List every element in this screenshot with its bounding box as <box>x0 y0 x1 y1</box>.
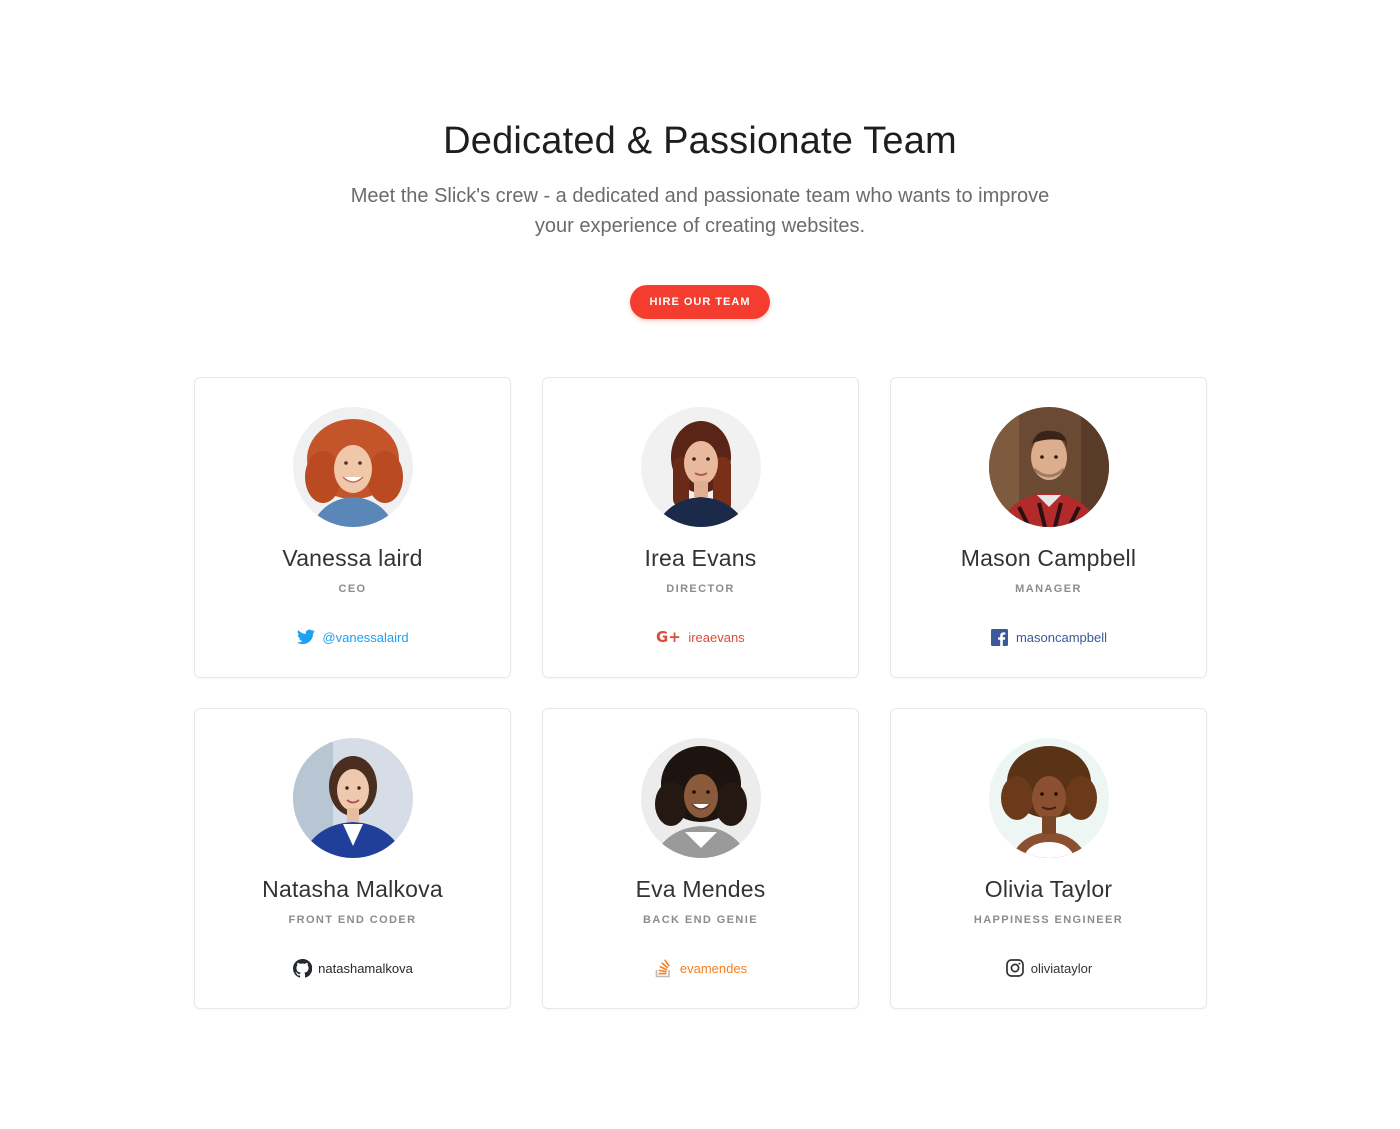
team-card: Vanessa laird CEO @vanessalaird <box>194 377 511 678</box>
github-icon <box>292 958 312 978</box>
team-card: Natasha Malkova FRONT END CODER natasham… <box>194 708 511 1009</box>
member-name: Olivia Taylor <box>984 876 1113 902</box>
member-role: BACK END GENIE <box>643 914 758 926</box>
google-plus-link[interactable]: G+ ireaevans <box>543 627 858 647</box>
section-title: Dedicated & Passionate Team <box>443 120 957 162</box>
team-card: Eva Mendes BACK END GENIE evamendes <box>542 708 859 1009</box>
social-handle: evamendes <box>679 960 748 976</box>
avatar <box>641 407 761 527</box>
section-subtitle: Meet the Slick's crew - a dedicated and … <box>350 185 1050 237</box>
member-name: Eva Mendes <box>635 876 766 902</box>
github-link[interactable]: natashamalkova <box>195 958 510 978</box>
member-name: Vanessa laird <box>282 545 423 571</box>
instagram-icon <box>1005 958 1025 978</box>
facebook-link[interactable]: masoncampbell <box>891 627 1206 647</box>
social-handle: oliviataylor <box>1030 960 1093 976</box>
team-section: Dedicated & Passionate Team Meet the Sli… <box>0 0 1400 1129</box>
member-name: Mason Campbell <box>960 545 1137 571</box>
social-handle: natashamalkova <box>318 960 413 976</box>
avatar <box>641 738 761 858</box>
svg-text:G+: G+ <box>656 629 681 645</box>
avatar <box>293 407 413 527</box>
stackoverflow-link[interactable]: evamendes <box>543 958 858 978</box>
social-handle: masoncampbell <box>1015 629 1108 645</box>
member-name: Irea Evans <box>644 545 757 571</box>
member-role: MANAGER <box>1015 583 1082 595</box>
member-name: Natasha Malkova <box>262 876 443 902</box>
social-handle: @vanessalaird <box>322 629 409 645</box>
member-role: HAPPINESS ENGINEER <box>973 914 1124 926</box>
stackoverflow-icon <box>654 958 674 978</box>
twitter-link[interactable]: @vanessalaird <box>195 627 510 647</box>
avatar <box>989 407 1109 527</box>
member-role: FRONT END CODER <box>288 914 417 926</box>
member-role: CEO <box>338 583 367 595</box>
instagram-link[interactable]: oliviataylor <box>891 958 1206 978</box>
avatar <box>293 738 413 858</box>
facebook-icon <box>990 627 1010 647</box>
team-card: Irea Evans DIRECTOR G+ ireaevans <box>542 377 859 678</box>
team-card: Mason Campbell MANAGER masoncampbell <box>890 377 1207 678</box>
avatar <box>989 738 1109 858</box>
member-role: DIRECTOR <box>666 583 735 595</box>
hire-our-team-button[interactable]: HIRE OUR TEAM <box>630 285 770 319</box>
google-plus-icon: G+ <box>656 627 682 647</box>
twitter-icon <box>296 627 316 647</box>
team-card: Olivia Taylor HAPPINESS ENGINEER oliviat… <box>890 708 1207 1009</box>
social-handle: ireaevans <box>688 629 745 645</box>
